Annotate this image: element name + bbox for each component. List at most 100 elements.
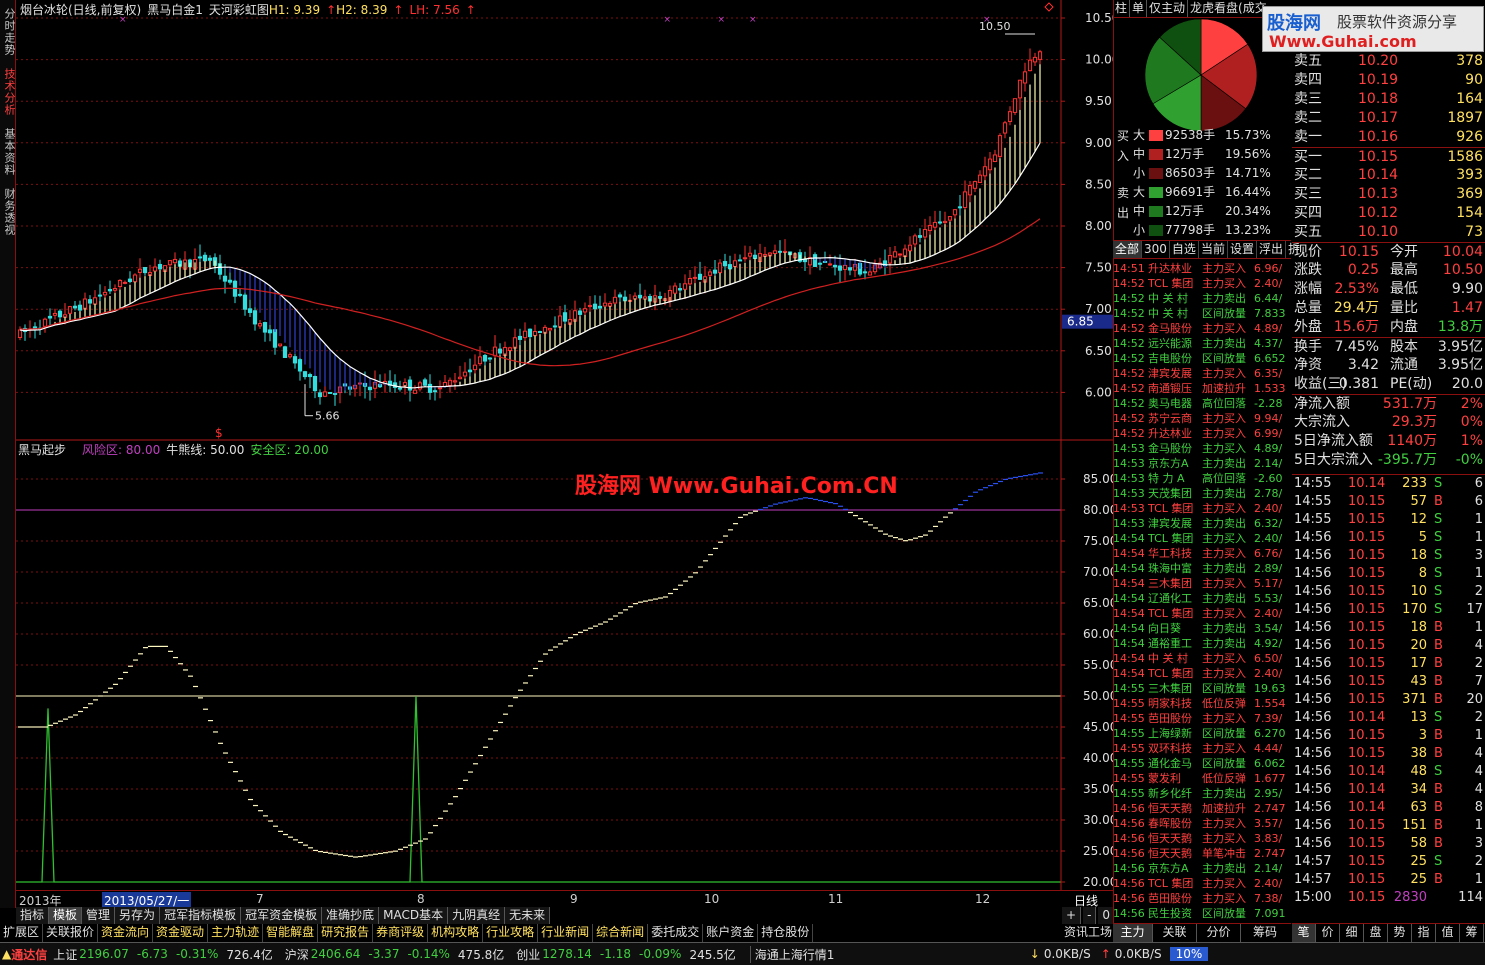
tick-row[interactable]: 14:55 10.15 57 B 6: [1292, 493, 1485, 511]
tab-capital-flow[interactable]: 资金流向: [98, 924, 154, 942]
zoom-out-button[interactable]: -: [1083, 907, 1097, 924]
filter-tab-float[interactable]: 浮出: [1257, 241, 1286, 258]
trade-row[interactable]: 14:56 TCL 集团 主力买入 2.40/: [1113, 876, 1291, 891]
trade-row[interactable]: 14:56 芭田股份 主力买入 7.38/: [1113, 891, 1291, 906]
trade-row[interactable]: 14:51 升达林业 主力买入 6.96/: [1113, 261, 1291, 276]
tick-row[interactable]: 14:56 10.15 371 B 20: [1292, 691, 1485, 709]
side-tab-fundamentals[interactable]: 基本资料: [1, 124, 16, 180]
quote-tab[interactable]: 细: [1340, 924, 1364, 942]
tab-bar-view[interactable]: 柱: [1113, 0, 1131, 17]
tab-chips[interactable]: 筹码: [1241, 924, 1289, 942]
tab-single-view[interactable]: 单: [1130, 0, 1148, 17]
filter-tab-300[interactable]: 300: [1142, 241, 1170, 258]
tab-champion-capital[interactable]: 冠军资金模板: [241, 907, 323, 924]
tab-save-as[interactable]: 另存为: [115, 907, 161, 924]
trade-row[interactable]: 14:52 奥马电器 高位回落 -2.28: [1113, 396, 1291, 411]
tab-active-only[interactable]: 仅主动: [1147, 0, 1189, 17]
tick-row[interactable]: 15:00 10.15 2830 114: [1292, 889, 1485, 907]
tab-positions[interactable]: 持仓股份: [758, 924, 814, 942]
tab-main-force[interactable]: 主力: [1113, 924, 1153, 942]
tick-row[interactable]: 14:56 10.15 5 S 1: [1292, 529, 1485, 547]
tab-champion-indicator[interactable]: 冠军指标模板: [160, 907, 242, 924]
trade-row[interactable]: 14:56 恒天天鹅 加速拉升 2.747: [1113, 801, 1291, 816]
tab-industry-news[interactable]: 行业新闻: [538, 924, 594, 942]
trade-row[interactable]: 14:53 特 力 A 高位回落 -2.60: [1113, 471, 1291, 486]
filter-tab-watchlist[interactable]: 自选: [1170, 241, 1199, 258]
trade-row[interactable]: 14:52 TCL 集团 主力买入 2.40/: [1113, 276, 1291, 291]
trade-row[interactable]: 14:53 天茂集团 主力卖出 2.78/: [1113, 486, 1291, 501]
trade-row[interactable]: 14:54 中 关 村 主力买入 6.50/: [1113, 651, 1291, 666]
trade-row[interactable]: 14:55 新乡化纤 主力卖出 2.95/: [1113, 786, 1291, 801]
trade-row[interactable]: 14:54 辽通化工 主力卖出 5.53/: [1113, 591, 1291, 606]
trade-row[interactable]: 14:55 蒙发利 低位反弹 1.677: [1113, 771, 1291, 786]
quote-tab[interactable]: 指: [1412, 924, 1436, 942]
tick-list[interactable]: 14:55 10.14 233 S 6 14:55 10.15 57 B 6 14:55 10.15 1…: [1292, 474, 1485, 907]
tick-row[interactable]: 14:55 10.14 233 S 6: [1292, 475, 1485, 493]
trade-row[interactable]: 14:52 津宾发展 主力买入 6.35/: [1113, 366, 1291, 381]
tab-related[interactable]: 关联: [1153, 924, 1197, 942]
trade-row[interactable]: 14:53 TCL 集团 主力买入 2.40/: [1113, 501, 1291, 516]
index-sh-name[interactable]: 上证: [53, 946, 77, 963]
trade-row[interactable]: 14:54 TCL 集团 主力买入 2.40/: [1113, 531, 1291, 546]
tab-related-quote[interactable]: 关联报价: [43, 924, 99, 942]
tick-row[interactable]: 14:56 10.15 18 B 1: [1292, 619, 1485, 637]
filter-tab-all[interactable]: 全部: [1113, 241, 1143, 258]
trade-row[interactable]: 14:54 TCL 集团 主力买入 2.40/: [1113, 666, 1291, 681]
trade-row[interactable]: 14:52 南通锻压 加速拉升 1.533: [1113, 381, 1291, 396]
trade-row[interactable]: 14:54 三木集团 主力买入 5.17/: [1113, 576, 1291, 591]
tab-bottom-pick[interactable]: 准确抄底: [322, 907, 380, 924]
trade-row[interactable]: 14:54 华工科技 主力买入 6.76/: [1113, 546, 1291, 561]
filter-tab-settings[interactable]: 设置: [1228, 241, 1257, 258]
trade-row[interactable]: 14:56 恒天天鹅 单笔冲击 2.747: [1113, 846, 1291, 861]
side-tab-finance[interactable]: 财务透视: [1, 184, 16, 240]
trade-row[interactable]: 14:55 明家科技 低位反弹 1.554: [1113, 696, 1291, 711]
tab-template[interactable]: 模板: [49, 907, 83, 924]
quote-tab[interactable]: 值: [1436, 924, 1460, 942]
trade-row[interactable]: 14:55 三木集团 区间放量 19.63: [1113, 681, 1291, 696]
quote-tab[interactable]: 盘: [1364, 924, 1388, 942]
tick-row[interactable]: 14:56 10.15 18 S 3: [1292, 547, 1485, 565]
side-tab-technical[interactable]: 技术分析: [1, 64, 16, 120]
trade-row[interactable]: 14:52 升达林业 主力买入 6.99/: [1113, 426, 1291, 441]
tick-row[interactable]: 14:55 10.15 12 S 1: [1292, 511, 1485, 529]
trade-row[interactable]: 14:56 京东方A 主力卖出 2.14/: [1113, 861, 1291, 876]
trade-row[interactable]: 14:52 金马股份 主力买入 4.89/: [1113, 321, 1291, 336]
tab-jiuyin[interactable]: 九阴真经: [448, 907, 506, 924]
trade-row[interactable]: 14:56 民生投资 区间放量 7.091: [1113, 906, 1291, 921]
trade-row[interactable]: 14:54 珠海中富 主力卖出 2.89/: [1113, 561, 1291, 576]
trade-row[interactable]: 14:55 芭田股份 主力买入 7.39/: [1113, 711, 1291, 726]
tab-price-dist[interactable]: 分价: [1197, 924, 1241, 942]
tab-account-funds[interactable]: 账户资金: [703, 924, 759, 942]
tick-row[interactable]: 14:57 10.15 25 S 2: [1292, 853, 1485, 871]
tab-broker-rating[interactable]: 券商评级: [373, 924, 429, 942]
tab-smart-analysis[interactable]: 智能解盘: [263, 924, 319, 942]
tick-row[interactable]: 14:56 10.14 13 S 2: [1292, 709, 1485, 727]
tick-row[interactable]: 14:56 10.14 34 B 4: [1292, 781, 1485, 799]
trade-row[interactable]: 14:55 上海绿新 区间放量 6.270: [1113, 726, 1291, 741]
filter-tab-current[interactable]: 当前: [1199, 241, 1228, 258]
tab-capital-drive[interactable]: 资金驱动: [153, 924, 209, 942]
tick-row[interactable]: 14:56 10.15 170 S 17: [1292, 601, 1485, 619]
trade-row[interactable]: 14:53 金马股份 主力买入 4.89/: [1113, 441, 1291, 456]
main-force-trade-list[interactable]: 14:51 升达林业 主力买入 6.96/14:52 TCL 集团 主力买入 2.40/14…: [1113, 261, 1291, 921]
tick-row[interactable]: 14:56 10.15 10 S 2: [1292, 583, 1485, 601]
info-workshop-button[interactable]: 资讯工场: [1062, 924, 1114, 942]
trade-row[interactable]: 14:56 恒天天鹅 主力买入 3.83/: [1113, 831, 1291, 846]
tick-row[interactable]: 14:56 10.15 3 B 1: [1292, 727, 1485, 745]
trade-row[interactable]: 14:54 TCL 集团 主力买入 2.40/: [1113, 606, 1291, 621]
trade-row[interactable]: 14:53 津宾发展 主力卖出 6.32/: [1113, 516, 1291, 531]
zoom-in-button[interactable]: +: [1062, 907, 1082, 924]
tick-row[interactable]: 14:56 10.15 20 B 4: [1292, 637, 1485, 655]
tick-row[interactable]: 14:56 10.15 17 B 2: [1292, 655, 1485, 673]
index-sz-name[interactable]: 沪深: [285, 946, 309, 963]
tick-row[interactable]: 14:56 10.15 38 B 4: [1292, 745, 1485, 763]
quote-tab[interactable]: 价: [1316, 924, 1340, 942]
tick-row[interactable]: 14:56 10.14 63 B 8: [1292, 799, 1485, 817]
tab-macd[interactable]: MACD基本: [379, 907, 449, 924]
trade-row[interactable]: 14:52 远兴能源 主力卖出 4.37/: [1113, 336, 1291, 351]
tick-row[interactable]: 14:56 10.15 58 B 3: [1292, 835, 1485, 853]
trade-row[interactable]: 14:52 中 关 村 主力卖出 6.44/: [1113, 291, 1291, 306]
tab-general-news[interactable]: 综合新闻: [593, 924, 649, 942]
tab-industry-strategy[interactable]: 行业攻略: [483, 924, 539, 942]
trade-row[interactable]: 14:52 中 关 村 区间放量 7.833: [1113, 306, 1291, 321]
